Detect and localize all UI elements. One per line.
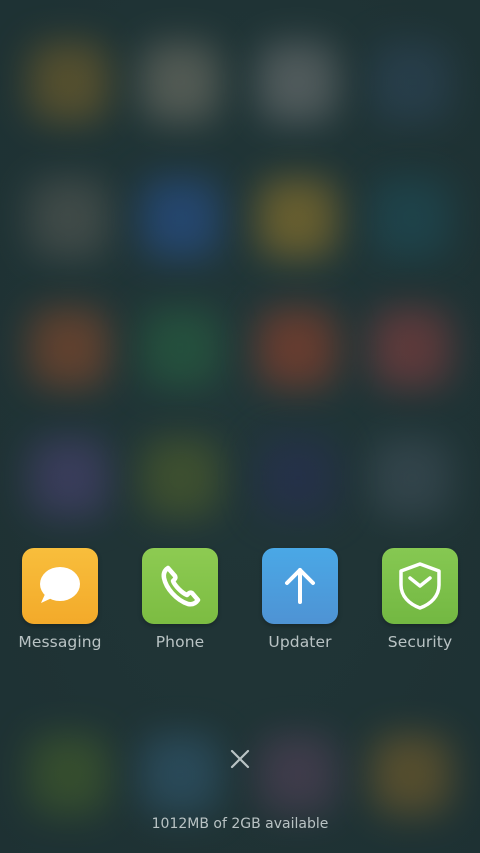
clear-all-button[interactable] xyxy=(224,743,256,775)
recent-app-phone[interactable]: Phone xyxy=(120,548,240,658)
phone-handset-icon xyxy=(161,565,201,607)
recent-app-security[interactable]: Security xyxy=(360,548,480,658)
arrow-up-icon xyxy=(285,568,315,604)
updater-app-icon[interactable] xyxy=(262,548,338,624)
shield-icon xyxy=(399,562,441,610)
app-label: Updater xyxy=(268,633,332,651)
app-label: Phone xyxy=(155,633,205,651)
messaging-app-icon[interactable] xyxy=(22,548,98,624)
security-app-icon[interactable] xyxy=(382,548,458,624)
close-icon xyxy=(230,749,250,769)
chat-bubble-icon xyxy=(40,567,80,603)
recent-apps-row: Messaging Phone Updater Security xyxy=(0,548,480,658)
memory-available-text: 1012MB of 2GB available xyxy=(151,816,329,832)
blurred-home-screen xyxy=(0,0,480,853)
recent-app-updater[interactable]: Updater xyxy=(240,548,360,658)
app-label: Messaging xyxy=(18,633,102,651)
app-label: Security xyxy=(387,633,453,651)
recent-app-messaging[interactable]: Messaging xyxy=(0,548,120,658)
phone-app-icon[interactable] xyxy=(142,548,218,624)
